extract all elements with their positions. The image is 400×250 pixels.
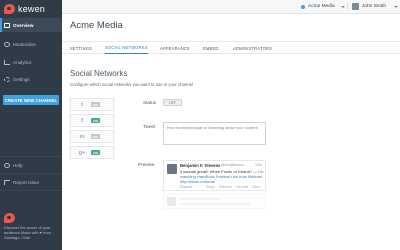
account-switcher[interactable]: Acme Media xyxy=(308,4,335,9)
network-row-googleplus[interactable]: g+ ON xyxy=(70,146,114,159)
tweet-label: Tweet xyxy=(143,124,156,129)
preview-label: Preview xyxy=(138,162,155,167)
network-toggle[interactable]: OFF xyxy=(91,134,100,139)
twitter-icon: t xyxy=(81,102,83,108)
sidebar-divider xyxy=(0,173,62,174)
tab-settings[interactable]: SETTINGS xyxy=(70,42,92,54)
sidebar-item-label: Settings xyxy=(13,76,30,82)
network-row-twitter[interactable]: t OFF xyxy=(70,98,114,111)
preview-url-link[interactable]: http://kewn.in/fordat xyxy=(180,179,215,184)
topbar-divider xyxy=(347,3,348,11)
tab-embed[interactable]: EMBED xyxy=(203,42,219,54)
network-toggle[interactable]: ON xyxy=(91,150,100,155)
app-name: kewen xyxy=(18,4,46,14)
retweet-action[interactable]: Retweet xyxy=(219,185,232,189)
sidebar-item-analytics[interactable]: Analytics xyxy=(0,55,62,69)
user-menu[interactable]: John Smith xyxy=(362,4,386,9)
sidebar-item-label: Report Issue xyxy=(13,179,40,185)
avatar xyxy=(167,164,177,174)
preview-timestamp: 12m xyxy=(255,163,262,168)
linkedin-icon: in xyxy=(79,134,85,140)
preview-actions: Reply Retweet Favorite More xyxy=(206,185,260,189)
status-toggle[interactable]: OFF xyxy=(163,99,182,106)
sidebar: kewen Overview Moderation Analytics Sett… xyxy=(0,0,62,250)
section-title: Social Networks xyxy=(70,69,128,78)
network-row-facebook[interactable]: f ON xyxy=(70,114,114,127)
preview-author-handle: @benjstevens xyxy=(221,163,244,168)
tab-appearance[interactable]: APPEARANCE xyxy=(160,42,190,54)
favorite-action[interactable]: Favorite xyxy=(236,185,249,189)
sidebar-divider xyxy=(0,190,62,191)
app-logo[interactable]: kewen xyxy=(4,3,45,15)
tab-administrators[interactable]: ADMINISTRATORS xyxy=(233,42,272,54)
top-bar: Acme Media John Smith xyxy=(62,0,400,14)
tab-social-networks[interactable]: SOCIAL NETWORKS xyxy=(105,42,148,54)
moderation-icon xyxy=(4,41,10,47)
tweet-textarea[interactable]: Few words/message or #hashtag about your… xyxy=(163,122,266,145)
facebook-icon: f xyxy=(81,118,83,124)
status-label: Status xyxy=(143,100,157,105)
placeholder-line xyxy=(180,198,220,200)
analytics-icon xyxy=(4,59,10,65)
sidebar-item-label: Moderation xyxy=(13,41,36,47)
kewen-footer-logo-icon xyxy=(4,213,15,223)
tweet-preview-card: Benjamin F. Stevens @benjstevens 12m Il … xyxy=(163,160,266,191)
help-icon xyxy=(4,162,10,168)
account-status-icon xyxy=(301,5,305,9)
network-toggle[interactable]: OFF xyxy=(91,102,100,107)
tab-bar: SETTINGS SOCIAL NETWORKS APPEARANCE EMBE… xyxy=(62,41,400,54)
sidebar-item-label: Help xyxy=(13,162,23,168)
sidebar-item-label: Analytics xyxy=(13,59,32,65)
more-action[interactable]: More xyxy=(252,185,260,189)
create-new-channel-button[interactable]: CREATE NEW CHANNEL xyxy=(3,95,59,105)
sidebar-item-label: Overview xyxy=(13,22,34,28)
chevron-down-icon[interactable] xyxy=(394,6,398,8)
sidebar-item-report-issue[interactable]: Report Issue xyxy=(0,175,62,189)
sidebar-footer-text: Discover the power of your audience.Made… xyxy=(4,225,51,240)
sidebar-item-overview[interactable]: Overview xyxy=(0,18,62,32)
kewen-logo-icon xyxy=(4,4,15,14)
report-icon xyxy=(4,179,10,185)
page-title: Acme Media xyxy=(70,20,123,31)
sidebar-item-settings[interactable]: Settings xyxy=(0,72,62,86)
section-description: Configure which social networks you want… xyxy=(70,82,194,87)
preview-tweet-text: Il sounds great!! When Foods of Ghana? —… xyxy=(180,169,264,184)
network-row-linkedin[interactable]: in OFF xyxy=(70,130,114,143)
network-toggle[interactable]: ON xyxy=(91,118,100,123)
preview-expand-link[interactable]: Expand xyxy=(180,185,192,189)
googleplus-icon: g+ xyxy=(78,150,86,156)
sidebar-divider xyxy=(0,156,62,157)
placeholder-line xyxy=(180,203,250,205)
sidebar-item-moderation[interactable]: Moderation xyxy=(0,37,62,51)
settings-icon xyxy=(4,76,10,82)
overview-icon xyxy=(4,22,10,28)
preview-author-name: Benjamin F. Stevens xyxy=(180,163,221,168)
chevron-down-icon[interactable] xyxy=(341,6,345,8)
avatar xyxy=(167,197,176,206)
reply-action[interactable]: Reply xyxy=(206,185,215,189)
avatar[interactable] xyxy=(352,3,359,10)
sidebar-item-help[interactable]: Help xyxy=(0,158,62,172)
faded-preview-card xyxy=(163,193,266,209)
